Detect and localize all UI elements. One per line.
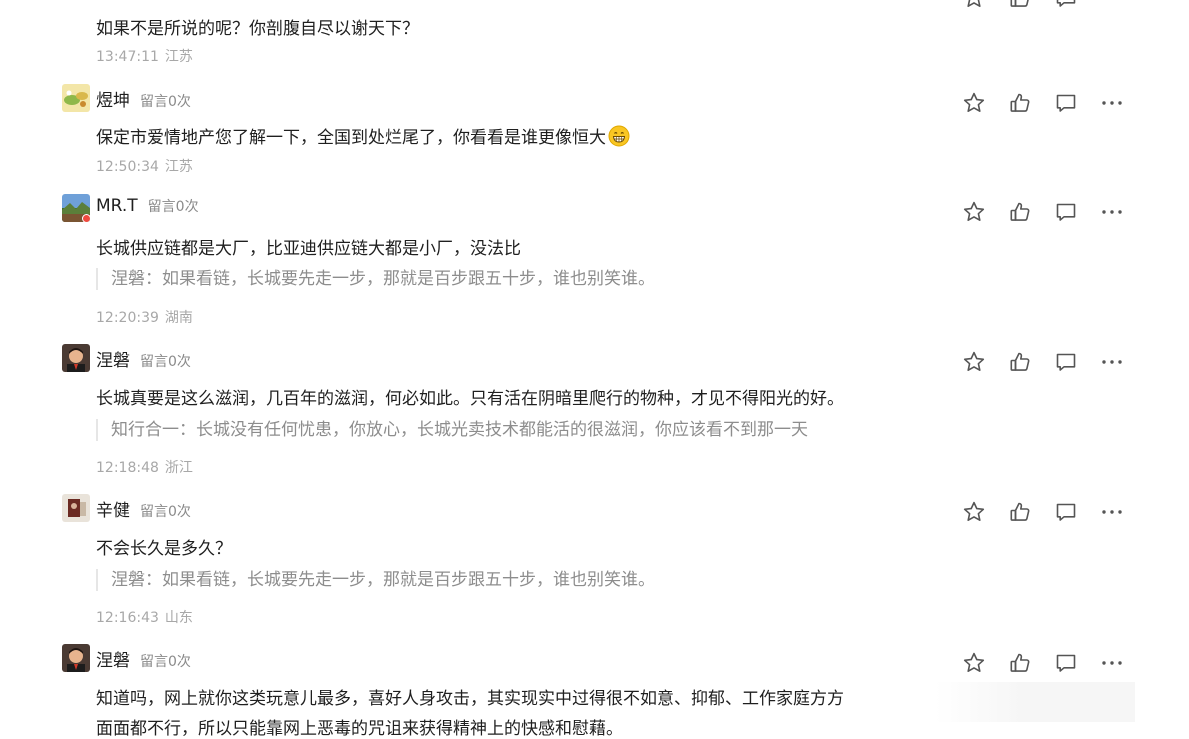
more-icon[interactable]	[1100, 91, 1124, 115]
comment-icon[interactable]	[1054, 350, 1078, 374]
comment-author: 涅磐 留言0次	[96, 346, 191, 371]
cartoon-man-avatar	[62, 644, 90, 672]
comment-time: 12:16:43	[96, 610, 159, 626]
comment-count: 留言0次	[140, 354, 191, 370]
landscape-avatar	[62, 84, 90, 112]
comment-time: 12:20:39	[96, 310, 159, 326]
thumbs-up-icon[interactable]	[1008, 200, 1032, 224]
comment-count: 留言0次	[140, 94, 191, 110]
star-icon[interactable]	[962, 0, 986, 10]
scroll-fade-overlay	[935, 682, 1135, 722]
comment-icon[interactable]	[1054, 0, 1078, 10]
username[interactable]: 涅磐	[96, 651, 130, 671]
comment-meta: 13:47:11 江苏	[96, 46, 193, 66]
comment-icon[interactable]	[1054, 91, 1078, 115]
thumbs-up-icon[interactable]	[1008, 350, 1032, 374]
comment-time: 12:50:34	[96, 159, 159, 175]
comment-actions	[962, 350, 1132, 374]
thumbs-up-icon[interactable]	[1008, 91, 1032, 115]
comment-region: 江苏	[164, 159, 193, 175]
comment-meta: 12:50:34 江苏	[96, 156, 193, 176]
quoted-reply: 涅磐：如果看链，长城要先走一步，那就是百步跟五十步，谁也别笑谁。	[96, 569, 655, 591]
more-icon[interactable]	[1100, 0, 1124, 10]
comment-author: 辛健 留言0次	[96, 496, 191, 521]
comment-time: 12:18:48	[96, 460, 159, 476]
comment-count: 留言0次	[147, 199, 199, 215]
comment-author: MR.T 留言0次	[96, 196, 199, 216]
thumbs-up-icon[interactable]	[1008, 651, 1032, 675]
avatar[interactable]	[62, 494, 90, 522]
username[interactable]: MR.T	[96, 196, 138, 216]
comment-text: 保定市爱情地产您了解一下，全国到处烂尾了，你看看是谁更像恒大	[96, 123, 630, 148]
comment-text: 长城供应链都是大厂，比亚迪供应链大都是小厂，没法比	[96, 239, 521, 259]
avatar[interactable]	[62, 344, 90, 372]
comment-icon[interactable]	[1054, 500, 1078, 524]
comment-region: 湖南	[164, 310, 193, 326]
comment-text: 如果不是所说的呢？你剖腹自尽以谢天下？	[96, 19, 419, 39]
comment-author: 涅磐 留言0次	[96, 646, 191, 671]
more-icon[interactable]	[1100, 500, 1124, 524]
star-icon[interactable]	[962, 200, 986, 224]
star-icon[interactable]	[962, 651, 986, 675]
verified-badge-icon	[82, 214, 90, 222]
quoted-reply: 知行合一：长城没有任何忧患，你放心，长城光卖技术都能活的很滋润，你应该看不到那一…	[96, 419, 808, 441]
comment-count: 留言0次	[140, 654, 191, 670]
comment-text-line: 面面都不行，所以只能靠网上恶毒的咒诅来获得精神上的快感和慰藉。	[96, 719, 623, 739]
comment-text: 长城真要是这么滋润，几百年的滋润，何必如此。只有活在阴暗里爬行的物种，才见不得阳…	[96, 389, 844, 409]
avatar[interactable]	[62, 644, 90, 672]
username[interactable]: 辛健	[96, 501, 130, 521]
username[interactable]: 煜坤	[96, 91, 130, 111]
comment-region: 浙江	[164, 460, 193, 476]
avatar[interactable]	[62, 84, 90, 112]
thumbs-up-icon[interactable]	[1008, 0, 1032, 10]
comment-text: 不会长久是多久？	[96, 539, 232, 559]
photo-avatar	[62, 494, 90, 522]
comment-icon[interactable]	[1054, 651, 1078, 675]
avatar[interactable]	[62, 194, 90, 222]
comment-actions	[962, 651, 1132, 675]
star-icon[interactable]	[962, 350, 986, 374]
comment-region: 江苏	[164, 49, 193, 65]
comment-actions	[962, 0, 1132, 10]
star-icon[interactable]	[962, 500, 986, 524]
quoted-reply: 涅磐：如果看链，长城要先走一步，那就是百步跟五十步，谁也别笑谁。	[96, 268, 655, 290]
username[interactable]: 涅磐	[96, 351, 130, 371]
more-icon[interactable]	[1100, 651, 1124, 675]
comment-text-line: 知道吗，网上就你这类玩意儿最多，喜好人身攻击，其实现实中过得很不如意、抑郁、工作…	[96, 689, 844, 709]
comment-actions	[962, 91, 1132, 115]
comment-actions	[962, 200, 1132, 224]
star-icon[interactable]	[962, 91, 986, 115]
comment-count: 留言0次	[140, 504, 191, 520]
comment-actions	[962, 500, 1132, 524]
comment-author: 煜坤 留言0次	[96, 86, 191, 111]
comment-text-content: 保定市爱情地产您了解一下，全国到处烂尾了，你看看是谁更像恒大	[96, 128, 606, 148]
more-icon[interactable]	[1100, 200, 1124, 224]
grinning-face-icon	[608, 125, 630, 147]
more-icon[interactable]	[1100, 350, 1124, 374]
comment-meta: 12:18:48 浙江	[96, 457, 193, 477]
comment-meta: 12:16:43 山东	[96, 607, 193, 627]
comment-meta: 12:20:39 湖南	[96, 307, 193, 327]
comment-time: 13:47:11	[96, 49, 159, 65]
comment-icon[interactable]	[1054, 200, 1078, 224]
thumbs-up-icon[interactable]	[1008, 500, 1032, 524]
comment-region: 山东	[164, 610, 193, 626]
cartoon-man-avatar	[62, 344, 90, 372]
